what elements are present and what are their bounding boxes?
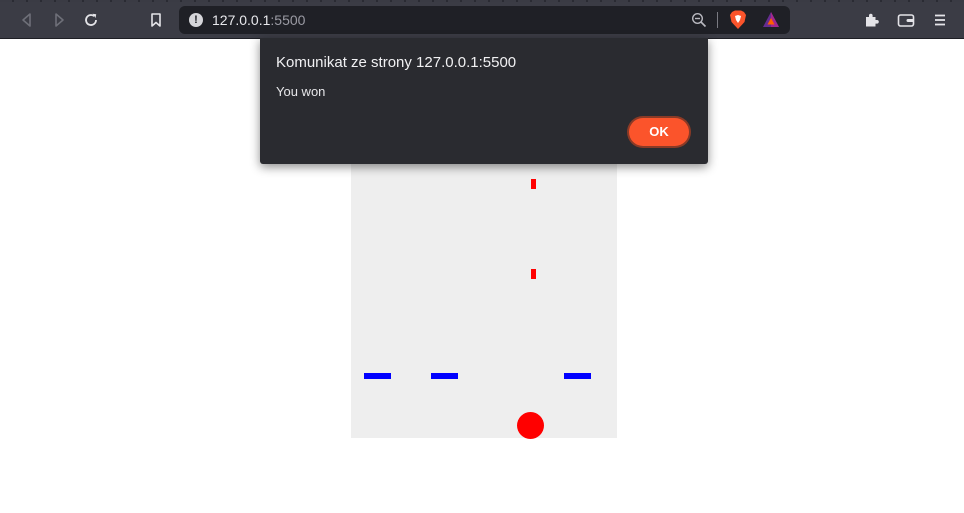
back-arrow-icon [22, 13, 31, 27]
bullet [531, 269, 536, 279]
ok-button[interactable]: OK [629, 118, 689, 146]
browser-toolbar: ! 127.0.0.1:5500 [0, 2, 964, 39]
brave-shields-icon[interactable] [729, 10, 747, 30]
url-host: 127.0.0.1 [212, 12, 271, 28]
reload-button[interactable] [77, 6, 105, 34]
address-bar-divider [717, 12, 718, 28]
dialog-message: You won [276, 84, 326, 99]
hamburger-menu-icon [935, 14, 945, 26]
info-icon[interactable]: ! [189, 13, 203, 27]
player-ball [517, 412, 544, 439]
enemy-paddle [564, 373, 591, 379]
puzzle-icon [866, 13, 879, 27]
extensions-button[interactable] [858, 6, 886, 34]
enemy-paddle [431, 373, 458, 379]
dialog-title: Komunikat ze strony 127.0.0.1:5500 [276, 54, 517, 71]
menu-button[interactable] [926, 6, 954, 34]
url-text[interactable]: 127.0.0.1:5500 [212, 12, 305, 28]
enemy-paddle [364, 373, 391, 379]
bookmark-button[interactable] [142, 6, 170, 34]
forward-arrow-icon [55, 13, 64, 27]
zoom-out-icon[interactable] [691, 12, 707, 28]
forward-button[interactable] [45, 6, 73, 34]
back-button[interactable] [13, 6, 41, 34]
reload-icon [85, 13, 97, 26]
alert-dialog: Komunikat ze strony 127.0.0.1:5500 You w… [260, 38, 708, 164]
wallet-icon [897, 14, 915, 27]
address-bar[interactable]: ! 127.0.0.1:5500 [179, 6, 790, 34]
bookmark-icon [151, 13, 161, 27]
wallet-button[interactable] [892, 6, 920, 34]
brave-rewards-icon[interactable] [762, 11, 780, 29]
bullet [531, 179, 536, 189]
url-port: :5500 [270, 12, 306, 28]
game-area[interactable] [351, 154, 617, 439]
